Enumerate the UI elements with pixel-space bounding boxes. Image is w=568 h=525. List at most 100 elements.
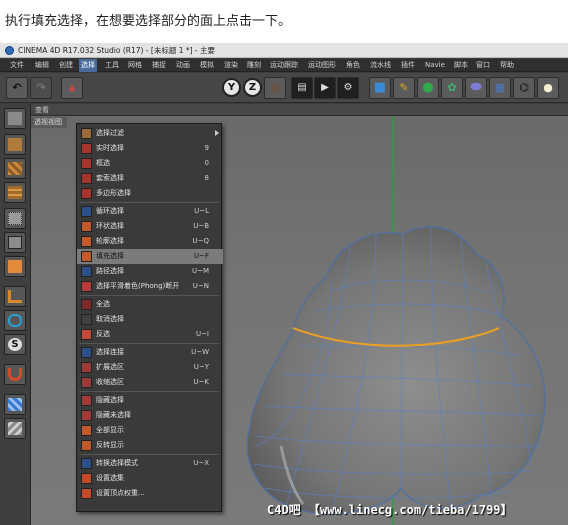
menu-item-4[interactable]: 工具 bbox=[103, 59, 121, 72]
workplane-align-button[interactable] bbox=[4, 418, 26, 439]
menu-item-label: 实时选择 bbox=[96, 144, 124, 152]
select-menu-item-23[interactable]: 设置顶点权重... bbox=[77, 486, 223, 501]
menu-item-5[interactable]: 网格 bbox=[126, 59, 144, 72]
clapper-gear-icon: ⚙ bbox=[343, 82, 353, 93]
y-axis-toggle[interactable]: Y bbox=[222, 78, 241, 97]
select-menu-item-11[interactable]: 全选 bbox=[77, 297, 223, 312]
menu-item-9[interactable]: 渲染 bbox=[222, 59, 240, 72]
viewport-tab-perspective[interactable]: 透视视图 bbox=[31, 117, 67, 128]
select-tool-icon bbox=[81, 251, 92, 262]
subdivision-surface-button[interactable]: ● bbox=[417, 77, 439, 99]
menu-item-15[interactable]: 插件 bbox=[399, 59, 417, 72]
lock-workplane-button[interactable] bbox=[4, 394, 26, 415]
menu-item-19[interactable]: 帮助 bbox=[498, 59, 516, 72]
menu-item-shortcut: U~Y bbox=[193, 363, 209, 371]
select-menu-item-12[interactable]: 取消选择 bbox=[77, 312, 223, 327]
render-settings-button[interactable]: ⚙ bbox=[337, 77, 359, 99]
select-menu-item-15[interactable]: 扩展选区 U~Y bbox=[77, 360, 223, 375]
select-menu-item-9[interactable]: 路径选择 U~M bbox=[77, 264, 223, 279]
deformer-button[interactable]: ⬬ bbox=[465, 77, 487, 99]
render-view-button[interactable]: ▤ bbox=[291, 77, 313, 99]
menu-item-10[interactable]: 雕刻 bbox=[245, 59, 263, 72]
menu-item-8[interactable]: 模拟 bbox=[198, 59, 216, 72]
snap-toggle-button[interactable]: S bbox=[4, 334, 26, 355]
menu-item-1[interactable]: 编辑 bbox=[33, 59, 51, 72]
grid-icon bbox=[8, 186, 22, 199]
menu-item-7[interactable]: 动画 bbox=[174, 59, 192, 72]
menu-item-shortcut: U~L bbox=[194, 207, 209, 215]
select-menu-item-3[interactable]: 套索选择 8 bbox=[77, 171, 223, 186]
editable-icon bbox=[8, 112, 22, 125]
menu-item-6[interactable]: 捕捉 bbox=[150, 59, 168, 72]
select-menu-item-21[interactable]: 转换选择模式 U~X bbox=[77, 456, 223, 471]
camera-button[interactable]: ⌬ bbox=[513, 77, 535, 99]
select-menu-item-8[interactable]: 填充选择 U~F bbox=[77, 249, 223, 264]
select-menu-item-13[interactable]: 反选 U~I bbox=[77, 327, 223, 342]
grid-plane-icon: ▦ bbox=[494, 81, 506, 94]
viewport-view-menu[interactable]: 查看 bbox=[35, 104, 49, 116]
z-axis-toggle[interactable]: Z bbox=[243, 78, 262, 97]
undo-button[interactable]: ↶ bbox=[6, 77, 28, 99]
floor-button[interactable]: ▦ bbox=[489, 77, 511, 99]
menu-item-label: 全部显示 bbox=[96, 426, 124, 434]
select-menu-item-1[interactable]: 实时选择 9 bbox=[77, 141, 223, 156]
select-menu-item-0[interactable]: 选择过滤 bbox=[77, 126, 223, 141]
menu-item-3[interactable]: 选择 bbox=[79, 59, 97, 72]
select-menu-item-16[interactable]: 收缩选区 U~K bbox=[77, 375, 223, 390]
select-menu-item-18[interactable]: 隐藏未选择 bbox=[77, 408, 223, 423]
green-sphere-icon: ● bbox=[422, 80, 434, 95]
menu-item-label: 收缩选区 bbox=[96, 378, 124, 386]
menu-item-14[interactable]: 流水线 bbox=[368, 59, 393, 72]
texture-mode-button[interactable] bbox=[4, 158, 26, 179]
menu-separator bbox=[79, 391, 219, 392]
window-title: CINEMA 4D R17.032 Studio (R17) - [未标题 1 … bbox=[18, 46, 216, 55]
select-menu-item-2[interactable]: 框选 0 bbox=[77, 156, 223, 171]
magnet-button[interactable] bbox=[4, 364, 26, 385]
points-mode-button[interactable] bbox=[4, 208, 26, 229]
select-menu-item-22[interactable]: 设置选集 bbox=[77, 471, 223, 486]
menu-item-shortcut: 0 bbox=[204, 159, 209, 167]
cloner-button[interactable]: ✿ bbox=[441, 77, 463, 99]
menu-item-label: 取消选择 bbox=[96, 315, 124, 323]
workplane-mode-button[interactable] bbox=[4, 182, 26, 203]
cube-primitive-button[interactable]: ■ bbox=[369, 77, 391, 99]
tweak-mode-button[interactable] bbox=[4, 310, 26, 331]
select-menu-item-19[interactable]: 全部显示 bbox=[77, 423, 223, 438]
edges-mode-button[interactable] bbox=[4, 232, 26, 253]
menu-item-label: 扩展选区 bbox=[96, 363, 124, 371]
menu-item-2[interactable]: 创建 bbox=[57, 59, 75, 72]
model-mode-button[interactable] bbox=[4, 134, 26, 155]
select-menu-dropdown: 选择过滤 实时选择 9 框选 0 套索选择 8 多边形选择 循环选择 U~L 环状选择 U~B 轮廓选择… bbox=[76, 123, 223, 512]
select-menu-item-17[interactable]: 隐藏选择 bbox=[77, 393, 223, 408]
menu-item-18[interactable]: 窗口 bbox=[474, 59, 492, 72]
axis-mode-button[interactable] bbox=[4, 286, 26, 307]
render-picture-viewer-button[interactable]: ▶ bbox=[314, 77, 336, 99]
menu-item-0[interactable]: 文件 bbox=[8, 59, 26, 72]
pen-icon: ✎ bbox=[399, 81, 409, 94]
select-tool-icon bbox=[81, 314, 92, 325]
select-menu-item-4[interactable]: 多边形选择 bbox=[77, 186, 223, 201]
make-editable-button[interactable] bbox=[4, 108, 26, 129]
light-button[interactable]: ● bbox=[537, 77, 559, 99]
select-menu-item-7[interactable]: 轮廓选择 U~Q bbox=[77, 234, 223, 249]
menu-item-17[interactable]: 脚本 bbox=[452, 59, 470, 72]
pen-spline-button[interactable]: ✎ bbox=[393, 77, 415, 99]
select-menu-item-14[interactable]: 选择连接 U~W bbox=[77, 345, 223, 360]
mode-button[interactable]: ▲ bbox=[61, 77, 83, 99]
select-menu-item-6[interactable]: 环状选择 U~B bbox=[77, 219, 223, 234]
globe-icon: ◍ bbox=[270, 81, 280, 94]
menu-item-13[interactable]: 角色 bbox=[344, 59, 362, 72]
toolbar: ↶ ↷ ▲ Y Z ◍ ▤ ▶ ⚙ ■ ✎ ● ✿ ⬬ ▦ ⌬ ● bbox=[0, 73, 568, 103]
menu-item-label: 轮廓选择 bbox=[96, 237, 124, 245]
world-coordinates-button[interactable]: ◍ bbox=[264, 77, 286, 99]
redo-button[interactable]: ↷ bbox=[30, 77, 52, 99]
polygons-mode-button[interactable] bbox=[4, 256, 26, 277]
select-menu-item-20[interactable]: 反转显示 bbox=[77, 438, 223, 453]
select-menu-item-5[interactable]: 循环选择 U~L bbox=[77, 204, 223, 219]
menu-item-shortcut: U~M bbox=[191, 267, 209, 275]
menu-item-16[interactable]: Navie bbox=[423, 59, 447, 72]
menu-item-12[interactable]: 运动图形 bbox=[306, 59, 338, 72]
select-menu-item-10[interactable]: 选择平滑着色(Phong)断开 U~N bbox=[77, 279, 223, 294]
menu-item-11[interactable]: 运动跟踪 bbox=[268, 59, 300, 72]
undo-icon: ↶ bbox=[12, 81, 22, 94]
